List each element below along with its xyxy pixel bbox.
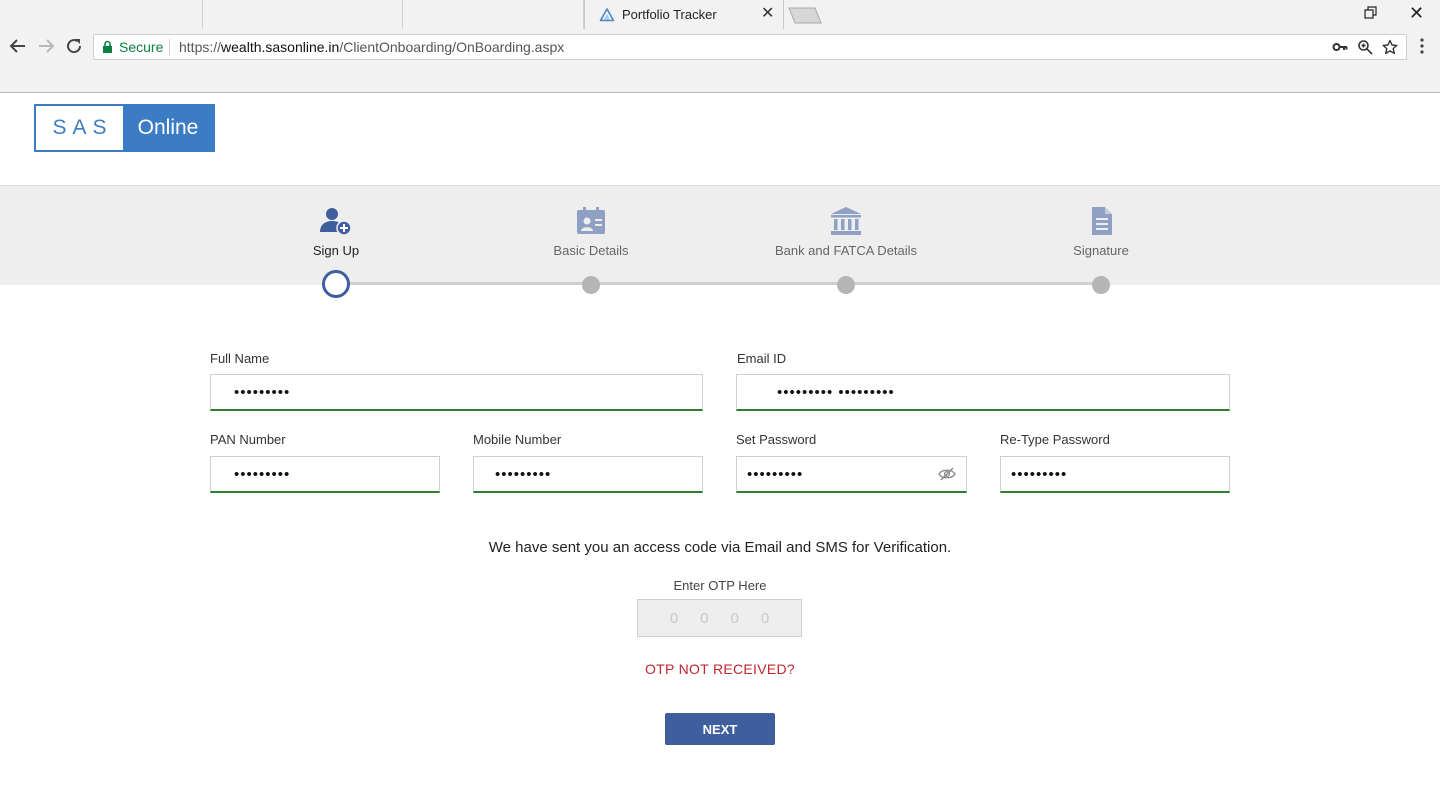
retype-password-label: Re-Type Password xyxy=(1000,432,1110,447)
sas-online-logo[interactable]: SAS Online xyxy=(34,104,215,152)
retype-password-value: ••••••••• xyxy=(1011,466,1068,483)
pan-field[interactable]: ••••••••• xyxy=(210,456,440,493)
address-bar[interactable]: Secure https://wealth.sasonline.in/Clien… xyxy=(93,34,1407,60)
logo-text-left: SAS xyxy=(36,106,123,150)
password-value: ••••••••• xyxy=(747,466,804,483)
otp-placeholder: 0000 xyxy=(669,610,792,627)
password-field[interactable]: ••••••••• xyxy=(736,456,967,493)
step-indicator-current xyxy=(322,270,350,298)
mobile-field[interactable]: ••••••••• xyxy=(473,456,703,493)
close-window-icon[interactable]: ✕ xyxy=(1409,3,1424,23)
url-path: /ClientOnboarding/OnBoarding.aspx xyxy=(339,39,565,55)
add-user-icon xyxy=(320,208,352,236)
id-card-icon xyxy=(577,207,605,234)
password-label: Set Password xyxy=(736,432,817,447)
active-tab[interactable]: Portfolio Tracker ✕ xyxy=(584,0,784,30)
forward-arrow-icon[interactable] xyxy=(37,37,55,55)
background-tab[interactable] xyxy=(0,0,203,29)
document-icon xyxy=(1092,207,1112,235)
triangle-logo-icon xyxy=(599,8,615,22)
url-scheme: https:// xyxy=(179,39,222,55)
browser-toolbar: Secure https://wealth.sasonline.in/Clien… xyxy=(0,29,1440,93)
step-label: Sign Up xyxy=(312,243,360,258)
zoom-icon[interactable] xyxy=(1357,39,1373,55)
omnibox-separator xyxy=(169,39,170,56)
lock-icon xyxy=(103,40,112,53)
close-tab-icon[interactable]: ✕ xyxy=(761,4,774,24)
key-icon[interactable] xyxy=(1332,39,1348,55)
step-label: Signature xyxy=(1073,243,1129,258)
logo-text-right: Online xyxy=(123,106,213,150)
reload-icon[interactable] xyxy=(65,37,83,55)
verification-message: We have sent you an access code via Emai… xyxy=(488,539,952,556)
background-tab[interactable] xyxy=(403,0,584,29)
email-field[interactable]: ••••••••• ••••••••• xyxy=(736,374,1230,411)
step-signature[interactable]: Signature xyxy=(991,206,1211,258)
new-tab-button[interactable] xyxy=(788,7,822,24)
step-basic-details[interactable]: Basic Details xyxy=(481,206,701,258)
otp-label: Enter OTP Here xyxy=(673,578,767,593)
step-indicator-pending xyxy=(582,276,600,294)
email-value: ••••••••• ••••••••• xyxy=(777,384,895,401)
site-header: SAS Online xyxy=(0,93,1440,185)
tab-title: Portfolio Tracker xyxy=(622,7,717,22)
step-label: Basic Details xyxy=(553,243,629,258)
step-indicator-pending xyxy=(1092,276,1110,294)
kebab-menu-icon[interactable] xyxy=(1415,37,1429,55)
full-name-field[interactable]: ••••••••• xyxy=(210,374,703,411)
pan-label: PAN Number xyxy=(210,432,286,447)
retype-password-field[interactable]: ••••••••• xyxy=(1000,456,1230,493)
back-arrow-icon[interactable] xyxy=(9,37,27,55)
otp-input[interactable]: 0000 xyxy=(637,599,802,637)
browser-tab-strip: Portfolio Tracker ✕ ✕ xyxy=(0,0,1440,30)
mobile-value: ••••••••• xyxy=(495,466,552,483)
next-button[interactable]: NEXT xyxy=(665,713,775,745)
url-host: wealth.sasonline.in xyxy=(221,39,340,55)
bank-icon xyxy=(831,207,861,235)
pan-value: ••••••••• xyxy=(234,466,291,483)
step-bank-fatca-details[interactable]: Bank and FATCA Details xyxy=(736,206,956,258)
email-label: Email ID xyxy=(737,351,787,366)
url-text[interactable]: https://wealth.sasonline.in/ClientOnboar… xyxy=(179,39,564,55)
full-name-label: Full Name xyxy=(210,351,270,366)
otp-not-received-link[interactable]: OTP NOT RECEIVED? xyxy=(0,661,1440,677)
star-icon[interactable] xyxy=(1382,39,1398,55)
onboarding-stepper: Sign Up Basic Details Bank and FATCA Det… xyxy=(0,185,1440,285)
eye-slash-icon[interactable] xyxy=(938,467,956,481)
background-tab[interactable] xyxy=(203,0,403,29)
step-label: Bank and FATCA Details xyxy=(774,243,918,258)
step-sign-up[interactable]: Sign Up xyxy=(226,206,446,258)
mobile-label: Mobile Number xyxy=(473,432,562,447)
restore-window-icon[interactable] xyxy=(1364,6,1378,20)
secure-label: Secure xyxy=(119,39,164,55)
full-name-value: ••••••••• xyxy=(234,384,291,401)
step-indicator-pending xyxy=(837,276,855,294)
step-progress-track xyxy=(336,282,1101,285)
